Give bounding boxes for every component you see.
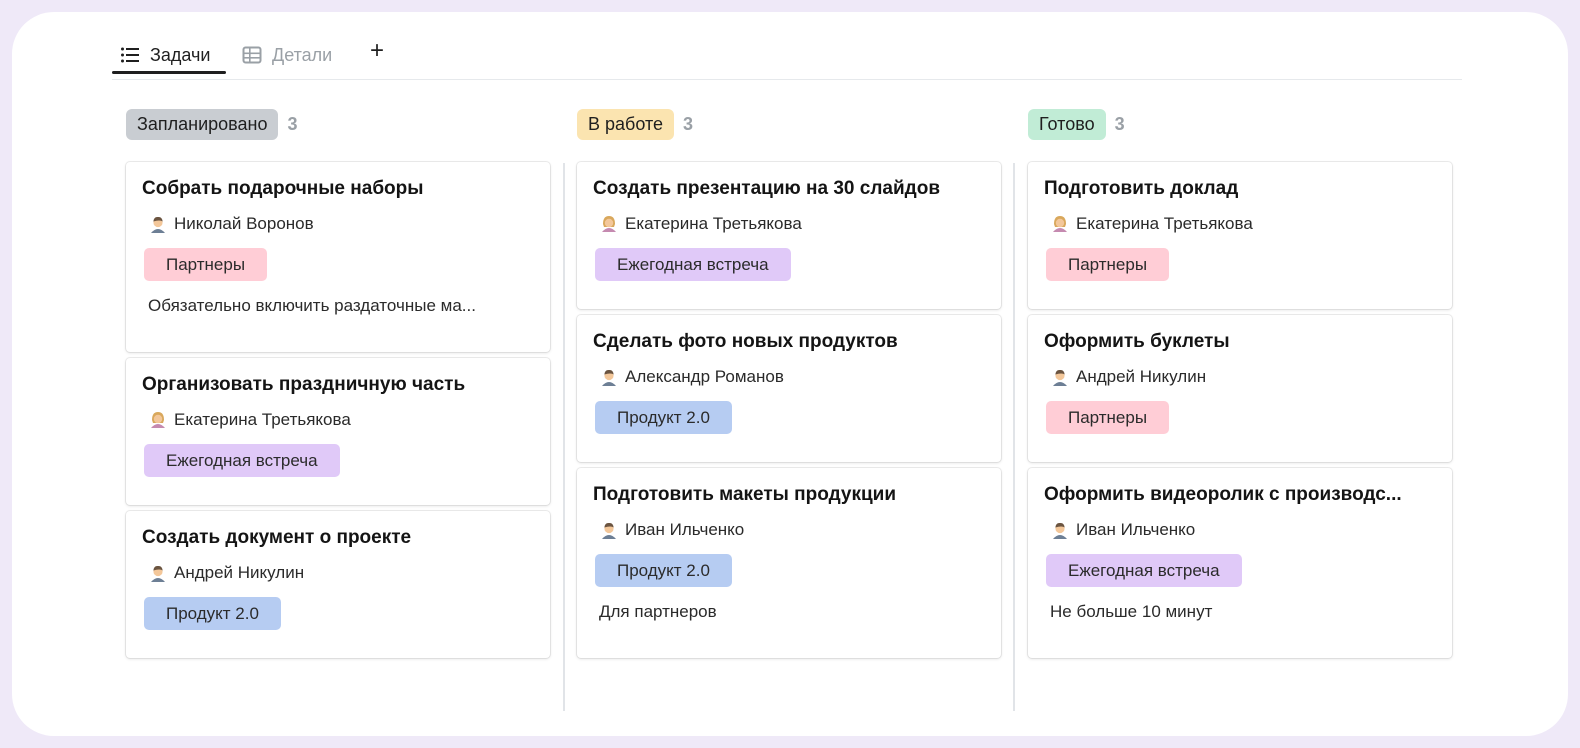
task-card[interactable]: Создать документ о проекте Андрей Никулин… xyxy=(126,511,550,658)
card-tag: Продукт 2.0 xyxy=(144,597,281,630)
column-done: Готово 3 Подготовить доклад Екатерина Треть… xyxy=(1028,108,1452,664)
column-header: В работе 3 xyxy=(577,108,1001,140)
card-title: Оформить видеоролик с производс... xyxy=(1044,484,1402,505)
column-count: 3 xyxy=(1114,113,1125,134)
card-assignee: Екатерина Третьякова xyxy=(142,409,534,431)
assignee-name: Екатерина Третьякова xyxy=(1076,214,1253,233)
assignee-name: Николай Воронов xyxy=(174,214,314,233)
column-planned: Запланировано 3 Собрать подарочные наборы Н… xyxy=(126,108,550,664)
card-tag: Продукт 2.0 xyxy=(595,554,732,587)
assignee-name: Андрей Никулин xyxy=(1076,367,1207,386)
column-count: 3 xyxy=(287,113,298,134)
card-title: Организовать праздничную часть xyxy=(142,374,466,395)
card-tag: Партнеры xyxy=(144,248,268,281)
card-tag: Ежегодная встреча xyxy=(1046,554,1242,587)
tab-details[interactable]: Детали xyxy=(242,38,332,72)
card-note: Для партнеров xyxy=(599,602,717,621)
column-header: Готово 3 xyxy=(1028,108,1452,140)
tag-row: Партнеры xyxy=(1044,388,1436,434)
list-icon xyxy=(121,47,139,63)
assignee-name: Екатерина Третьякова xyxy=(174,410,351,429)
task-card[interactable]: Оформить видеоролик с производс... Иван И… xyxy=(1028,468,1452,658)
card-tag: Ежегодная встреча xyxy=(595,248,791,281)
card-assignee: Иван Ильченко xyxy=(593,519,985,541)
man-icon xyxy=(148,214,168,234)
tag-row: Продукт 2.0 xyxy=(593,541,985,587)
assignee-name: Иван Ильченко xyxy=(1076,520,1196,539)
card-note: Обязательно включить раздаточные ма... xyxy=(148,296,476,315)
status-pill[interactable]: Готово xyxy=(1028,108,1106,140)
column-divider xyxy=(563,163,565,711)
assignee-name: Иван Ильченко xyxy=(625,520,745,539)
man-icon xyxy=(599,520,619,540)
card-tag: Продукт 2.0 xyxy=(595,401,732,434)
assignee-name: Екатерина Третьякова xyxy=(625,214,802,233)
tag-row: Ежегодная встреча xyxy=(593,235,985,281)
card-title: Сделать фото новых продуктов xyxy=(593,331,898,352)
card-list: Подготовить доклад Екатерина Третьякова Па… xyxy=(1028,162,1452,658)
card-title: Подготовить макеты продукции xyxy=(593,484,897,505)
card-tag: Партнеры xyxy=(1046,401,1170,434)
tag-row: Партнеры xyxy=(142,235,534,281)
card-assignee: Николай Воронов xyxy=(142,213,534,235)
column-header: Запланировано 3 xyxy=(126,108,550,140)
active-tab-indicator xyxy=(112,71,226,74)
card-list: Создать презентацию на 30 слайдов Екатери… xyxy=(577,162,1001,658)
man-icon xyxy=(1050,367,1070,387)
tag-row: Ежегодная встреча xyxy=(1044,541,1436,587)
tag-row: Продукт 2.0 xyxy=(142,584,534,630)
card-title: Собрать подарочные наборы xyxy=(142,178,424,199)
card-title: Оформить буклеты xyxy=(1044,331,1230,352)
card-title: Создать документ о проекте xyxy=(142,527,412,548)
card-assignee: Иван Ильченко xyxy=(1044,519,1436,541)
column-count: 3 xyxy=(683,113,694,134)
column-divider xyxy=(1013,163,1015,711)
status-pill[interactable]: Запланировано xyxy=(126,108,279,140)
card-list: Собрать подарочные наборы Николай Воронов… xyxy=(126,162,550,658)
tab-tasks-label: Задачи xyxy=(150,44,211,65)
card-assignee: Екатерина Третьякова xyxy=(1044,213,1436,235)
man-icon xyxy=(1050,520,1070,540)
add-view-button[interactable]: + xyxy=(366,39,388,63)
man-icon xyxy=(148,563,168,583)
tab-details-label: Детали xyxy=(272,44,333,65)
tab-tasks[interactable]: Задачи xyxy=(120,38,210,72)
card-title: Подготовить доклад xyxy=(1044,178,1239,199)
woman-icon xyxy=(1050,214,1070,234)
task-card[interactable]: Сделать фото новых продуктов Александр Ро… xyxy=(577,315,1001,462)
card-tag: Ежегодная встреча xyxy=(144,444,340,477)
woman-icon xyxy=(148,410,168,430)
assignee-name: Александр Романов xyxy=(625,367,784,386)
card-assignee: Александр Романов xyxy=(593,366,985,388)
table-icon xyxy=(242,46,262,64)
card-assignee: Андрей Никулин xyxy=(142,562,534,584)
card-assignee: Екатерина Третьякова xyxy=(593,213,985,235)
card-assignee: Андрей Никулин xyxy=(1044,366,1436,388)
card-title: Создать презентацию на 30 слайдов xyxy=(593,178,941,199)
status-pill[interactable]: В работе xyxy=(577,108,675,140)
task-card[interactable]: Подготовить доклад Екатерина Третьякова Па… xyxy=(1028,162,1452,309)
task-card[interactable]: Собрать подарочные наборы Николай Воронов… xyxy=(126,162,550,352)
card-tag: Партнеры xyxy=(1046,248,1170,281)
task-card[interactable]: Создать презентацию на 30 слайдов Екатери… xyxy=(577,162,1001,309)
tag-row: Продукт 2.0 xyxy=(593,388,985,434)
man-icon xyxy=(599,367,619,387)
card-note: Не больше 10 минут xyxy=(1050,602,1213,621)
task-card[interactable]: Организовать праздничную часть Екатерина … xyxy=(126,358,550,505)
tag-row: Партнеры xyxy=(1044,235,1436,281)
assignee-name: Андрей Никулин xyxy=(174,563,305,582)
view-tabs: Задачи Детали + xyxy=(112,30,1462,80)
task-card[interactable]: Подготовить макеты продукции Иван Ильченк… xyxy=(577,468,1001,658)
task-card[interactable]: Оформить буклеты Андрей Никулин Партнеры xyxy=(1028,315,1452,462)
column-in-progress: В работе 3 Создать презентацию на 30 слайд… xyxy=(577,108,1001,664)
tag-row: Ежегодная встреча xyxy=(142,431,534,477)
woman-icon xyxy=(599,214,619,234)
